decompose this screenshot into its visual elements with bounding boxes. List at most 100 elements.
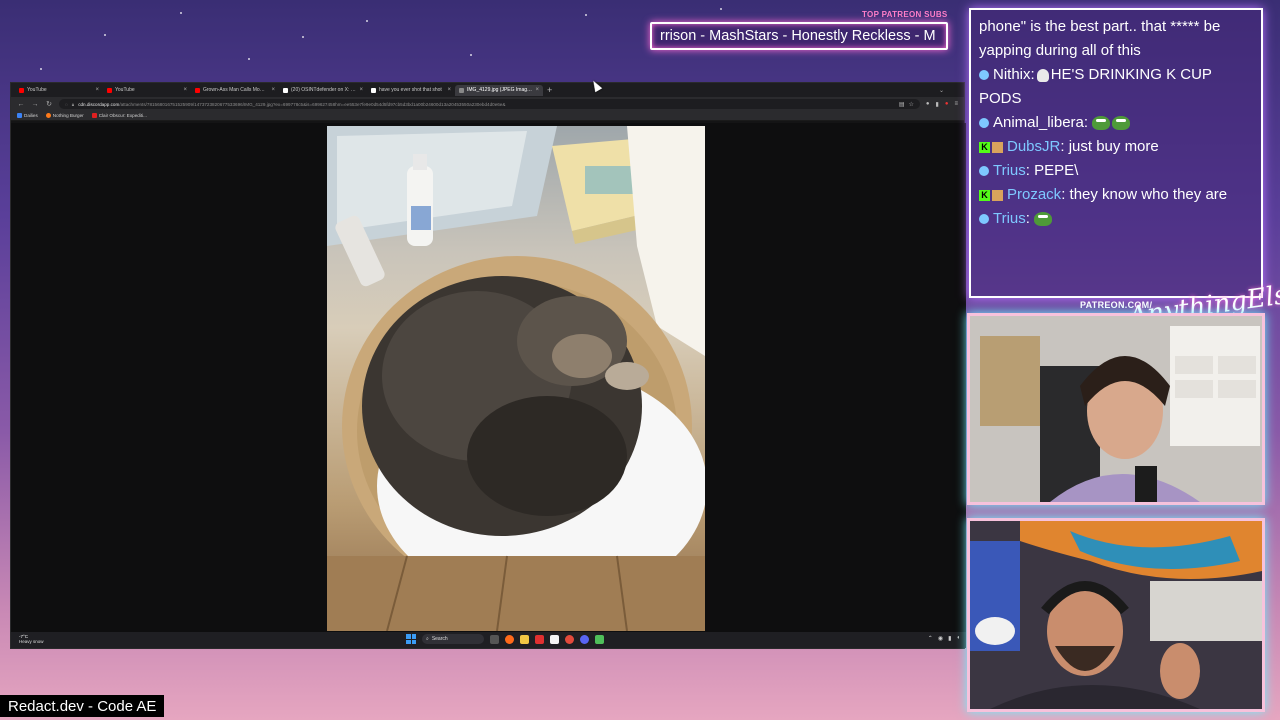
search-label: Search [431,636,448,642]
frog-emote-icon [1034,212,1053,227]
forward-icon[interactable]: → [31,101,39,108]
youtube-icon [107,87,112,93]
close-icon[interactable]: × [535,87,539,93]
chat-message: K Prozack: they know who they are [979,183,1253,207]
chat-username: Prozack [1007,186,1062,203]
webcam-person-1 [970,316,1262,502]
chat-message: Trius: [979,207,1253,231]
chrome-icon[interactable] [565,634,574,644]
webcam-bottom [967,518,1265,712]
tab-x-post[interactable]: (20) OSINTdefender on X: "Dea × [279,85,367,96]
bookmark-label: Nothing Burger [52,113,84,118]
chat-text: just buy more [1068,138,1159,155]
close-icon[interactable]: × [447,87,451,93]
cat-photo[interactable] [327,126,705,631]
firefox-icon[interactable] [505,634,514,644]
stream-chat: phone" is the best part.. that ***** be … [969,8,1263,298]
discord-icon[interactable] [580,634,589,644]
webcam-person-2 [970,521,1262,709]
app-icon[interactable] [535,634,544,644]
verified-badge-icon [979,166,989,177]
tab-title: IMG_4129.jpg (JPEG Image, 1215 × [467,87,532,93]
record-icon[interactable]: ● [945,101,949,107]
top-patreon-subs-label: TOP PATREON SUBS [862,10,948,19]
network-icon[interactable]: ◉ [938,635,943,642]
tab-image-active[interactable]: IMG_4129.jpg (JPEG Image, 1215 × × [455,84,543,96]
system-tray: ⌃ ◉ ▮ ◖ [928,635,960,642]
chat-username: Trius [993,162,1026,179]
file-explorer-icon[interactable] [520,634,529,644]
frog-emote-icon [1112,116,1131,131]
app-icon[interactable] [550,634,559,644]
close-icon[interactable]: × [271,87,275,93]
youtube-icon [19,87,24,93]
extension-icon[interactable]: ● [926,101,930,107]
reload-icon[interactable]: ↻ [45,100,53,108]
kick-badge-icon: K [979,141,990,153]
taskbar-search[interactable]: ⌕ Search [422,634,484,644]
back-icon[interactable]: ← [17,101,25,108]
url-host: cdn.discordapp.com [78,101,120,107]
frog-emote-icon [1092,116,1111,131]
chat-username: DubsJR [1007,138,1061,155]
burger-icon [45,113,51,118]
chat-text: PEPE\ [1034,162,1079,179]
kick-badge-icon: K [979,189,990,201]
extensions-icon[interactable]: ▮ [936,101,939,108]
chevron-up-icon[interactable]: ⌃ [928,635,933,642]
image-icon [459,87,464,93]
browser-window: YouTube × YouTube × Grown-Ass Man Calls … [10,82,966,649]
browser-toolbar: ← → ↻ ◌ 🔒︎ cdn.discordapp.com/attachment… [11,97,964,111]
chat-username: Nithix [993,66,1031,83]
new-tab-button[interactable]: + [547,85,552,95]
youtube-icon [195,87,200,93]
x-icon [283,87,288,93]
tab-youtube-1[interactable]: YouTube × [15,85,103,96]
webcam-top [967,313,1265,505]
address-bar[interactable]: ◌ 🔒︎ cdn.discordapp.com/attachments/7815… [59,99,920,109]
bookmarks-bar: Dailies Nothing Burger Clair Obscur: Exp… [11,111,964,121]
chat-username: Trius [993,210,1026,227]
lock-icon[interactable]: 🔒︎ [72,102,74,107]
tab-youtube-3[interactable]: Grown-Ass Man Calls Mom Ov × [191,85,279,96]
tab-youtube-2[interactable]: YouTube × [103,85,191,96]
tab-title: have you ever shot that shot [379,87,442,93]
menu-icon[interactable]: ≡ [954,101,958,107]
taskbar-center: ⌕ Search [406,634,604,644]
sub-badge-icon [992,189,1003,201]
shield-icon[interactable]: ◌ [65,102,68,107]
volume-icon[interactable]: ◖ [956,635,960,642]
close-icon[interactable]: × [95,87,99,93]
bookmark-nothing-burger[interactable]: Nothing Burger [45,113,84,118]
tiktok-icon [371,87,376,93]
chat-message: K DubsJR: just buy more [979,135,1253,159]
cat-photo-illustration [327,126,705,631]
task-view-icon[interactable] [490,634,499,644]
mic-icon[interactable]: ▮ [948,635,951,642]
folder-icon [17,113,22,118]
chat-text: they know who they are [1069,186,1228,203]
chat-text: phone" is the best part.. that ***** be … [979,18,1221,59]
tab-shot[interactable]: have you ever shot that shot × [367,85,455,96]
youtube-icon [91,113,97,118]
bookmark-dailies[interactable]: Dailies [17,113,38,118]
weather-desc: Heavy snow [19,639,44,644]
windows-taskbar: -7°C Heavy snow ⌕ Search ⌃ ◉ ▮ ◖ [11,632,966,648]
chat-message: Trius: PEPE\ [979,159,1253,183]
verified-badge-icon [979,118,989,129]
app-icon[interactable] [595,634,604,644]
image-viewer [11,123,966,634]
close-icon[interactable]: × [183,87,187,93]
chat-username: Animal_libera [993,114,1084,131]
chat-message: Nithix: HE'S DRINKING K CUP PODS [979,66,1212,107]
tab-strip: YouTube × YouTube × Grown-Ass Man Calls … [11,83,964,97]
bookmark-clair-obscur[interactable]: Clair Obscur: Expediti... [91,113,147,118]
start-button[interactable] [406,634,416,644]
close-icon[interactable]: × [359,87,363,93]
weather-widget[interactable]: -7°C Heavy snow [19,634,44,644]
patreon-subs-ticker: rrison - MashStars - Honestly Reckless -… [650,22,948,50]
skull-emote-icon [1036,68,1049,82]
reader-icon[interactable]: ▤ [899,101,905,108]
star-icon[interactable]: ☆ [909,101,914,108]
chevron-down-icon[interactable]: ⌄ [939,87,944,94]
